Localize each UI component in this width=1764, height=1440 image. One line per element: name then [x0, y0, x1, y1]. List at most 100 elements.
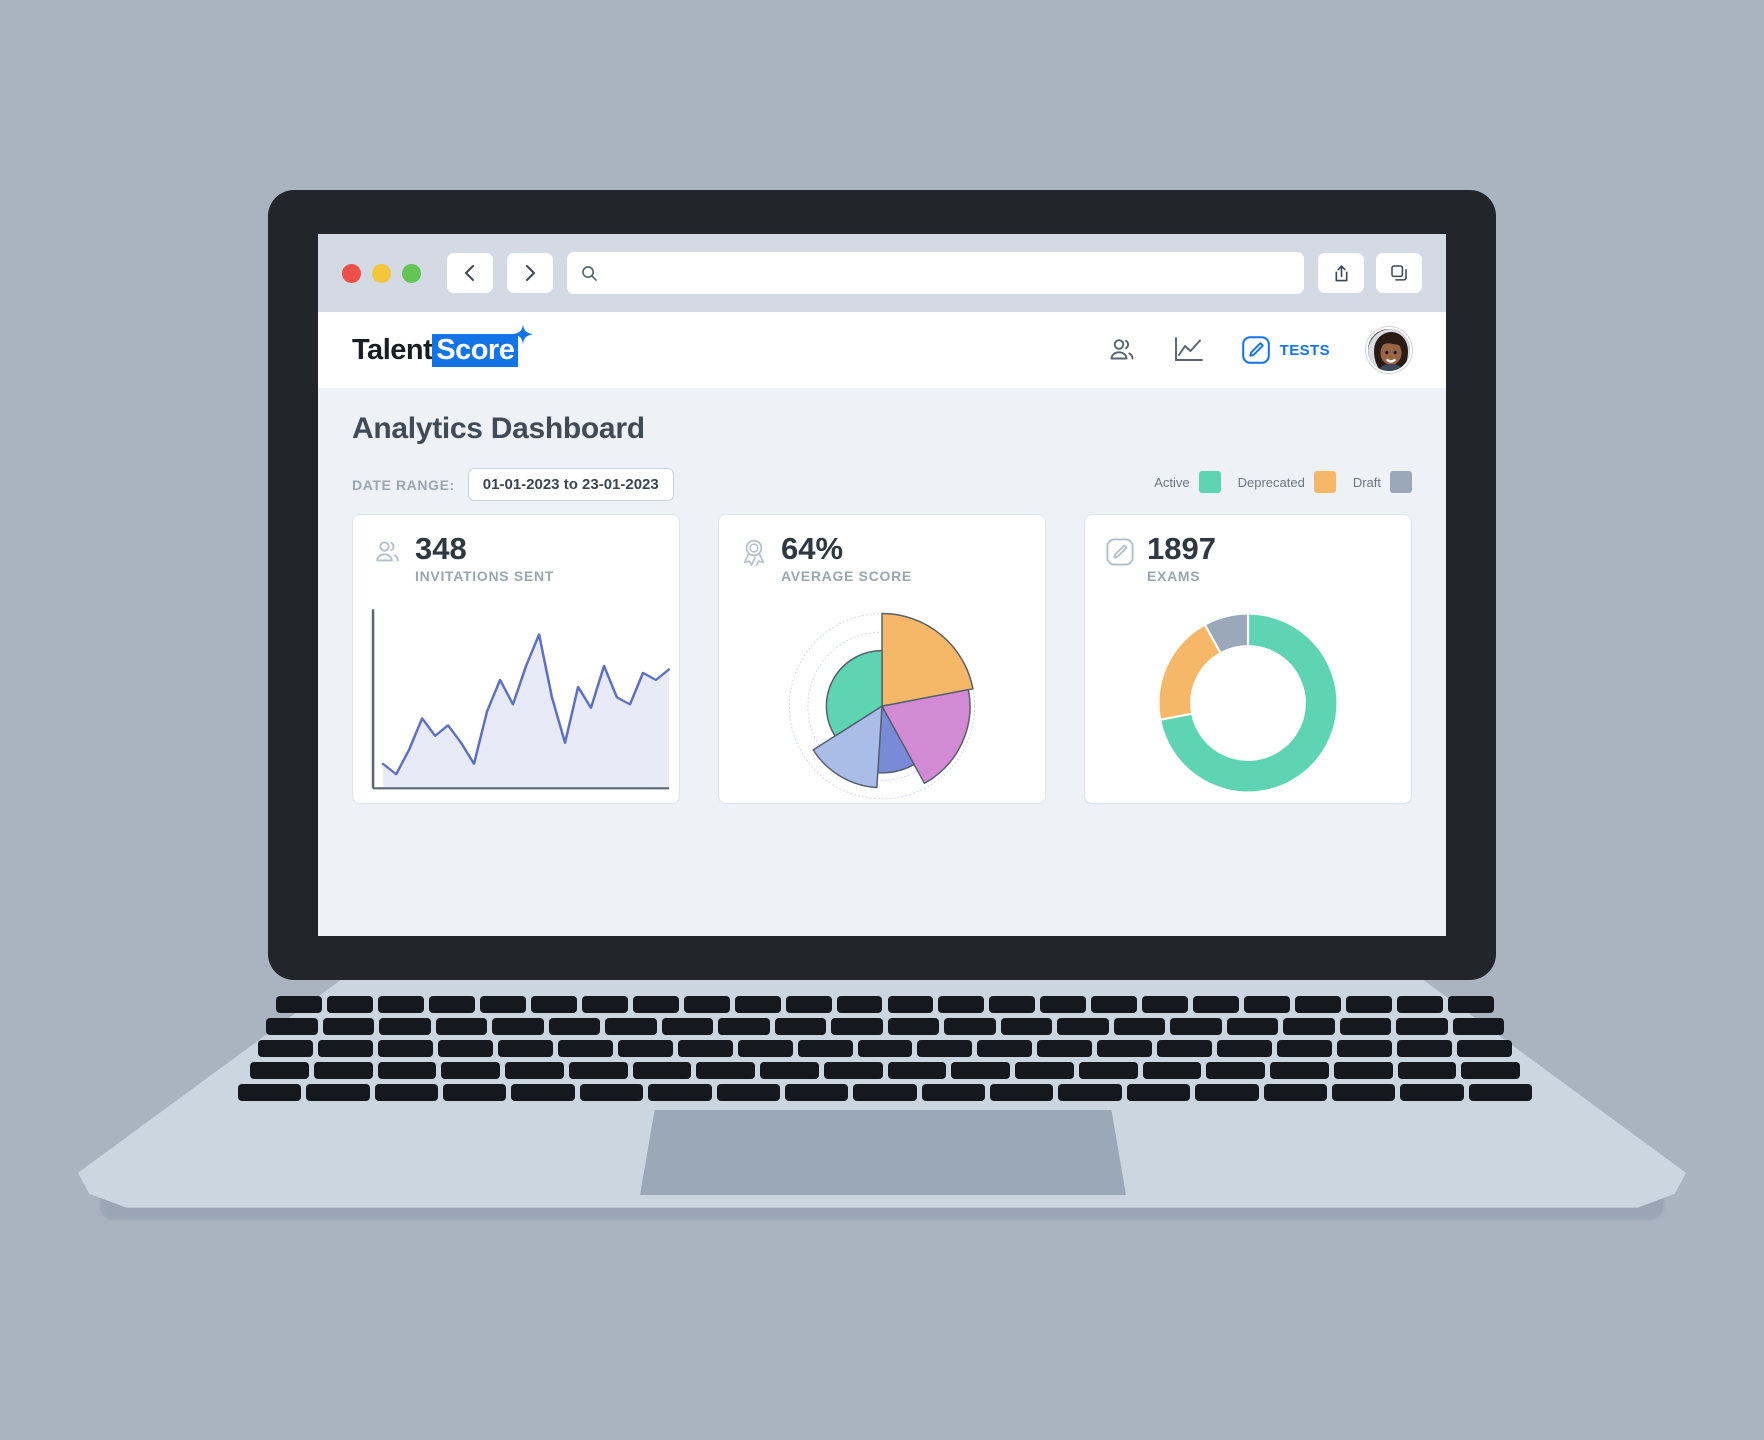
keyboard-key — [831, 1018, 883, 1035]
keyboard-key — [497, 1040, 553, 1057]
keyboard-key — [1126, 1084, 1191, 1101]
address-bar[interactable] — [567, 252, 1304, 294]
keyboard-key — [887, 1018, 939, 1035]
keyboard-key — [683, 996, 730, 1013]
keyboard-key — [1331, 1084, 1396, 1101]
minimize-window-button[interactable] — [372, 263, 391, 283]
keyboard-key — [1057, 1018, 1109, 1035]
keyboard-key — [1217, 1040, 1273, 1057]
keyboard-key — [1397, 1062, 1457, 1079]
card-value: 348 — [415, 531, 467, 566]
app-header: Talent Score TESTS — [318, 312, 1446, 388]
date-range-picker[interactable]: 01-01-2023 to 23-01-2023 — [467, 468, 674, 501]
back-button[interactable] — [447, 253, 493, 293]
date-range-row: DATE RANGE: 01-01-2023 to 23-01-2023 — [352, 468, 674, 501]
share-button[interactable] — [1318, 253, 1364, 293]
keyboard-key — [1097, 1040, 1153, 1057]
legend-item-active[interactable]: Active — [1154, 471, 1221, 493]
keyboard-key — [1448, 996, 1494, 1013]
search-icon — [582, 265, 597, 281]
nav-item-candidates[interactable] — [1107, 335, 1137, 365]
sparkle-icon — [513, 323, 534, 344]
logo-text-talent: Talent — [352, 333, 433, 366]
keyboard-key — [579, 1084, 644, 1101]
card-text: 348 INVITATIONS SENT — [415, 531, 554, 583]
keyboard-key — [951, 1062, 1010, 1079]
avatar-image — [1368, 329, 1410, 371]
keyboard-key — [1277, 1040, 1333, 1057]
keyboard-key — [938, 996, 985, 1013]
keyboard-key — [322, 1018, 374, 1035]
legend-label: Draft — [1352, 474, 1381, 490]
keyboard-key — [511, 1084, 575, 1101]
nav-item-analytics[interactable] — [1173, 335, 1205, 365]
legend-item-draft[interactable]: Draft — [1353, 471, 1412, 493]
keyboard-key — [605, 1018, 657, 1035]
keyboard-key — [677, 1040, 733, 1057]
kpi-card-average-score[interactable]: 64% AVERAGE SCORE — [718, 514, 1046, 804]
keyboard-key — [632, 1062, 692, 1079]
keyboard-key — [774, 1018, 826, 1035]
keyboard-key — [379, 1018, 431, 1035]
keyboard-key — [1270, 1062, 1329, 1079]
keyboard-key — [632, 996, 679, 1013]
keyboard-key — [648, 1084, 712, 1101]
keyboard-key — [1397, 1040, 1453, 1057]
screenshot-root: Talent Score TESTS Analytics Dashboard D… — [0, 0, 1764, 1440]
maximize-window-button[interactable] — [402, 263, 421, 283]
keyboard-key — [258, 1040, 313, 1057]
app-logo[interactable]: Talent Score — [352, 323, 534, 367]
kpi-card-exams[interactable]: 1897 EXAMS — [1084, 514, 1412, 804]
kpi-cards: 348 INVITATIONS SENT 64% AVERAGE SCORE 1… — [352, 514, 1412, 804]
area-chart-svg — [371, 609, 671, 790]
keyboard-key — [718, 1018, 770, 1035]
keyboard-key — [1091, 996, 1138, 1013]
kpi-card-invitations[interactable]: 348 INVITATIONS SENT — [352, 514, 680, 804]
keyboard-key — [306, 1084, 370, 1101]
avatar[interactable] — [1366, 327, 1412, 373]
keyboard-key — [1397, 996, 1444, 1013]
nav-item-tests[interactable]: TESTS — [1241, 335, 1330, 365]
keyboard-key — [250, 1062, 309, 1079]
keyboard-key — [1400, 1084, 1464, 1101]
pencil-square-icon — [1106, 538, 1134, 566]
keyboard-key — [1461, 1062, 1520, 1079]
people-icon — [376, 541, 399, 562]
polar-chart-svg — [788, 612, 976, 800]
keyboard-key — [317, 1040, 373, 1057]
tabs-button[interactable] — [1376, 253, 1422, 293]
keyboard-key — [530, 996, 577, 1013]
keyboard-key — [661, 1018, 713, 1035]
keyboard-key — [797, 1040, 853, 1057]
url-input[interactable] — [608, 264, 1290, 282]
keyboard-key — [836, 996, 883, 1013]
keyboard-key — [492, 1018, 544, 1035]
legend-swatch — [1313, 471, 1336, 493]
legend-label: Deprecated — [1237, 474, 1305, 490]
share-icon — [1335, 264, 1347, 281]
keyboard-key — [1195, 1084, 1259, 1101]
card-value: 1897 — [1147, 531, 1216, 566]
legend-swatch — [1390, 471, 1412, 493]
area-chart — [353, 603, 679, 803]
keyboard-key — [1078, 1062, 1138, 1079]
keyboard-key — [1244, 996, 1291, 1013]
keyboard-key — [1468, 1084, 1532, 1101]
forward-button[interactable] — [507, 253, 553, 293]
keyboard-key — [1346, 996, 1393, 1013]
card-text: 64% AVERAGE SCORE — [781, 532, 912, 584]
keyboard-key — [737, 1040, 793, 1057]
card-label: AVERAGE SCORE — [781, 567, 912, 584]
legend-item-deprecated[interactable]: Deprecated — [1238, 471, 1336, 493]
keyboard-key — [1226, 1018, 1278, 1035]
keyboard-key — [1000, 1018, 1052, 1035]
people-icon — [1110, 339, 1134, 360]
window-controls — [342, 263, 421, 283]
keyboard-key — [377, 996, 424, 1013]
keyboard-key — [853, 1084, 917, 1101]
keyboard-key — [1339, 1018, 1391, 1035]
close-window-button[interactable] — [342, 263, 361, 283]
keyboard-key — [823, 1062, 883, 1079]
keyboard-key — [887, 996, 934, 1013]
keyboard-key — [1283, 1018, 1335, 1035]
